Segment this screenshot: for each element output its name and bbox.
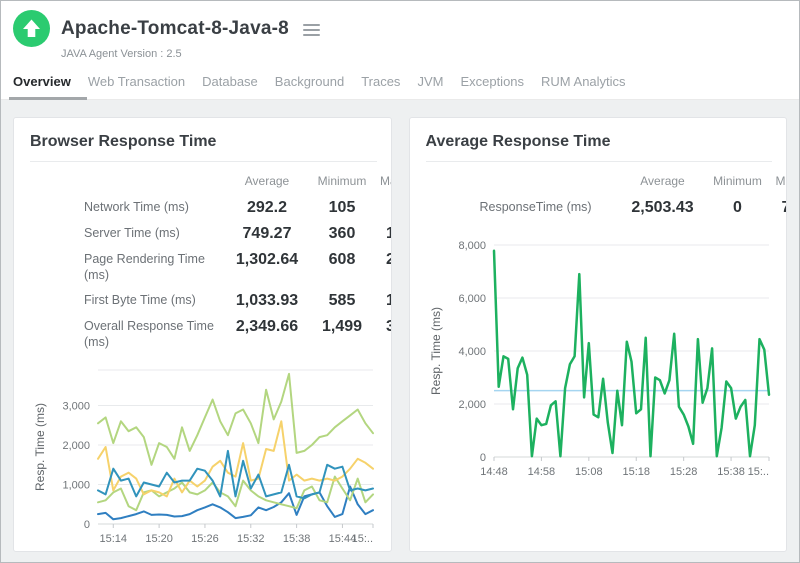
metric-label: Overall Response Time (ms) bbox=[30, 314, 226, 355]
table-row: First Byte Time (ms)1,033.935851,774 bbox=[30, 288, 392, 314]
svg-text:14:58: 14:58 bbox=[527, 466, 555, 478]
column-header-average: Average bbox=[622, 168, 704, 195]
tab-overview[interactable]: Overview bbox=[13, 74, 71, 89]
svg-text:15:20: 15:20 bbox=[145, 533, 173, 545]
svg-text:15:32: 15:32 bbox=[237, 533, 265, 545]
metric-value: 585 bbox=[308, 288, 376, 314]
hamburger-menu-icon[interactable] bbox=[303, 24, 320, 36]
table-row: ResponseTime (ms)2,503.4307,815 bbox=[426, 195, 788, 221]
tab-traces[interactable]: Traces bbox=[361, 74, 400, 89]
column-header-average: Average bbox=[226, 168, 308, 195]
column-header-blank bbox=[30, 168, 226, 195]
column-header-minimum: Minimum bbox=[308, 168, 376, 195]
tab-bar: Overview Web Transaction Database Backgroun… bbox=[1, 66, 799, 100]
stats-table: AverageMinimumMaximumNetwork Time (ms)29… bbox=[30, 168, 392, 356]
tab-database[interactable]: Database bbox=[202, 74, 258, 89]
svg-text:15:..: 15:.. bbox=[747, 466, 768, 478]
svg-text:14:48: 14:48 bbox=[480, 466, 508, 478]
stats-table: AverageMinimumMaximumResponseTime (ms)2,… bbox=[426, 168, 788, 221]
metric-label: Network Time (ms) bbox=[30, 195, 226, 221]
column-header-maximum: Maximum bbox=[772, 168, 788, 195]
metric-value: 608 bbox=[308, 247, 376, 288]
metric-label: Server Time (ms) bbox=[30, 221, 226, 247]
svg-text:15:18: 15:18 bbox=[622, 466, 650, 478]
panel-title: Browser Response Time bbox=[30, 131, 377, 162]
metric-value: 0 bbox=[704, 195, 772, 221]
browser-response-time-chart: 0 1,000 2,000 3,000 15:14 15:20 15:26 15:32 15:3… bbox=[30, 362, 379, 553]
average-response-time-chart: 0 2,000 4,000 6,000 8,000 14:48 14:58 15:08 15:1… bbox=[426, 235, 775, 487]
column-header-maximum: Maximum bbox=[376, 168, 392, 195]
dashboard-content: Browser Response Time AverageMinimumMaxi… bbox=[1, 100, 799, 563]
metric-value: 105 bbox=[308, 195, 376, 221]
svg-text:0: 0 bbox=[479, 452, 485, 464]
metric-label: First Byte Time (ms) bbox=[30, 288, 226, 314]
metric-value: 360 bbox=[308, 221, 376, 247]
svg-text:1,000: 1,000 bbox=[62, 479, 90, 491]
agent-version-label: JAVA Agent Version : 2.5 bbox=[61, 48, 785, 60]
table-row: Network Time (ms)292.2105930 bbox=[30, 195, 392, 221]
series-responsetime bbox=[494, 251, 769, 456]
metric-value: 1,774 bbox=[376, 288, 392, 314]
metric-label: ResponseTime (ms) bbox=[426, 195, 622, 221]
tab-jvm[interactable]: JVM bbox=[417, 74, 443, 89]
metric-value: 930 bbox=[376, 195, 392, 221]
panel-browser-response-time: Browser Response Time AverageMinimumMaxi… bbox=[13, 117, 392, 552]
metric-value: 7,815 bbox=[772, 195, 788, 221]
tab-background[interactable]: Background bbox=[275, 74, 344, 89]
tab-exceptions[interactable]: Exceptions bbox=[460, 74, 524, 89]
metric-value: 1,499 bbox=[308, 314, 376, 355]
svg-text:3,000: 3,000 bbox=[62, 400, 90, 412]
panel-average-response-time: Average Response Time AverageMinimumMaxi… bbox=[409, 117, 788, 552]
series-overall-response-time bbox=[98, 373, 373, 464]
svg-text:2,000: 2,000 bbox=[458, 399, 486, 411]
metric-value: 749.27 bbox=[226, 221, 308, 247]
svg-text:15:26: 15:26 bbox=[191, 533, 219, 545]
monitor-title: Apache-Tomcat-8-Java-8 bbox=[61, 18, 289, 40]
svg-text:6,000: 6,000 bbox=[458, 293, 486, 305]
svg-text:8,000: 8,000 bbox=[458, 240, 486, 252]
table-row: Server Time (ms)749.273601,658 bbox=[30, 221, 392, 247]
svg-text:15:38: 15:38 bbox=[283, 533, 311, 545]
app-header: Apache-Tomcat-8-Java-8 JAVA Agent Versio… bbox=[1, 1, 799, 60]
svg-text:15:..: 15:.. bbox=[352, 533, 373, 545]
metric-value: 2,561 bbox=[376, 247, 392, 288]
metric-value: 1,302.64 bbox=[226, 247, 308, 288]
monitor-status-icon bbox=[13, 10, 50, 47]
table-row: Overall Response Time (ms)2,349.661,4993… bbox=[30, 314, 392, 355]
tab-web-transaction[interactable]: Web Transaction bbox=[88, 74, 185, 89]
column-header-minimum: Minimum bbox=[704, 168, 772, 195]
svg-text:15:14: 15:14 bbox=[100, 533, 128, 545]
svg-text:15:08: 15:08 bbox=[575, 466, 603, 478]
y-axis-title: Resp. Time (ms) bbox=[33, 402, 47, 490]
svg-text:0: 0 bbox=[84, 519, 90, 531]
svg-text:2,000: 2,000 bbox=[62, 440, 90, 452]
y-axis-title: Resp. Time (ms) bbox=[429, 307, 443, 395]
panel-title: Average Response Time bbox=[426, 131, 773, 162]
metric-value: 3,807 bbox=[376, 314, 392, 355]
metric-value: 1,033.93 bbox=[226, 288, 308, 314]
tab-rum-analytics[interactable]: RUM Analytics bbox=[541, 74, 626, 89]
column-header-blank bbox=[426, 168, 622, 195]
svg-text:4,000: 4,000 bbox=[458, 346, 486, 358]
apm-dashboard: Apache-Tomcat-8-Java-8 JAVA Agent Versio… bbox=[0, 0, 800, 563]
metric-value: 2,349.66 bbox=[226, 314, 308, 355]
svg-text:15:38: 15:38 bbox=[717, 466, 745, 478]
table-row: Page Rendering Time (ms)1,302.646082,561 bbox=[30, 247, 392, 288]
metric-value: 2,503.43 bbox=[622, 195, 704, 221]
metric-value: 1,658 bbox=[376, 221, 392, 247]
metric-value: 292.2 bbox=[226, 195, 308, 221]
svg-text:15:28: 15:28 bbox=[669, 466, 697, 478]
metric-label: Page Rendering Time (ms) bbox=[30, 247, 226, 288]
